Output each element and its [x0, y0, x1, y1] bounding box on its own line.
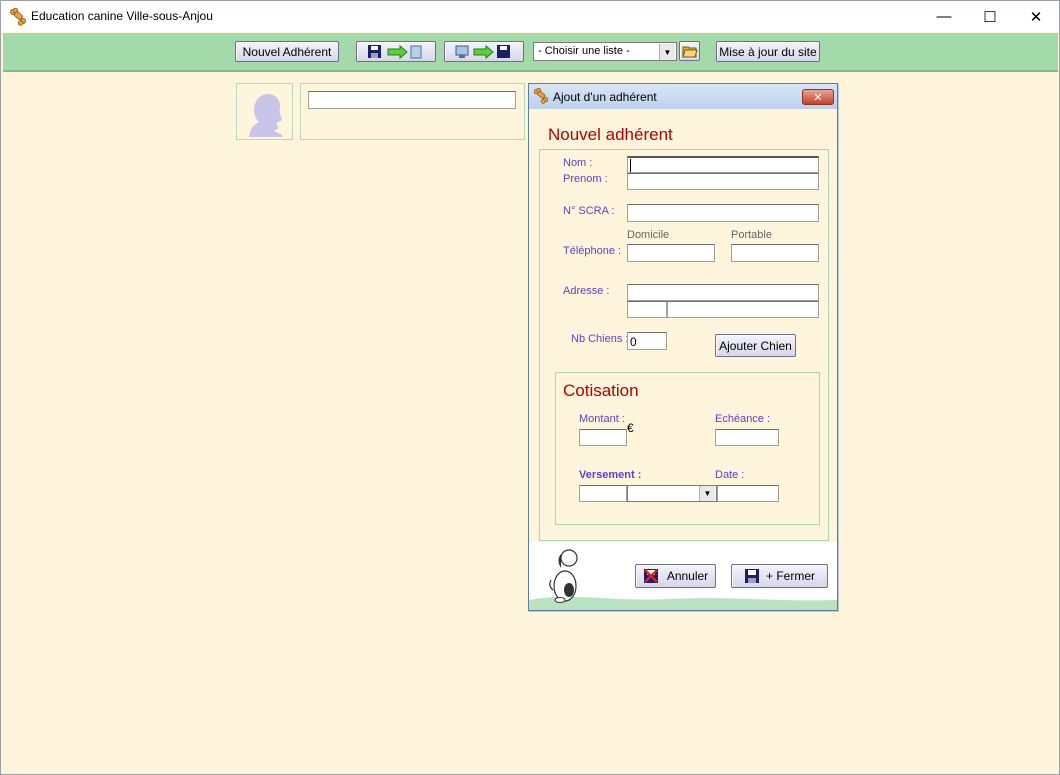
save-icon	[744, 569, 759, 583]
save-close-label: + Fermer	[765, 569, 815, 583]
date-label: Date :	[715, 469, 745, 481]
chevron-down-icon[interactable]: ▼	[659, 44, 675, 60]
postal-code-input[interactable]	[627, 301, 667, 318]
add-member-dialog: Ajout d'un adhérent ✕ Nouvel adhérent No…	[528, 83, 838, 611]
montant-label: Montant :	[579, 413, 625, 425]
folder-open-icon	[681, 46, 698, 58]
person-silhouette-icon	[249, 94, 283, 137]
prenom-label: Prenom :	[563, 173, 608, 185]
prenom-input[interactable]	[627, 173, 819, 190]
update-site-label: Mise à jour du site	[719, 44, 817, 59]
scra-label: N° SCRA :	[563, 205, 615, 217]
currency-symbol: €	[627, 421, 634, 435]
dialog-title-bar: Ajout d'un adhérent ✕	[529, 84, 837, 109]
adresse-input[interactable]	[627, 284, 819, 301]
echeance-input[interactable]	[715, 429, 779, 446]
title-bar: Education canine Ville-sous-Anjou — ☐ ✕	[1, 1, 1059, 32]
date-input[interactable]	[717, 485, 779, 502]
list-select[interactable]: - Choisir une liste - ▼	[533, 42, 677, 61]
nb-chiens-input[interactable]: 0	[627, 332, 667, 350]
new-member-label: Nouvel Adhérent	[242, 44, 332, 59]
minimize-button[interactable]: —	[921, 1, 967, 32]
maximize-button[interactable]: ☐	[967, 1, 1013, 32]
adresse-label: Adresse :	[563, 285, 610, 297]
dog-mascot-icon	[549, 549, 578, 603]
open-folder-button[interactable]	[679, 41, 700, 61]
add-dog-label: Ajouter Chien	[719, 338, 792, 353]
telephone-label: Téléphone :	[563, 245, 622, 257]
dialog-heading: Nouvel adhérent	[548, 125, 673, 144]
main-window: Education canine Ville-sous-Anjou — ☐ ✕ …	[0, 0, 1060, 775]
chevron-down-icon[interactable]: ▼	[699, 486, 715, 501]
cancel-save-icon	[643, 569, 658, 583]
scra-input[interactable]	[627, 204, 819, 222]
payment-mode-select[interactable]: ▼	[627, 485, 717, 502]
add-dog-button[interactable]: Ajouter Chien	[715, 334, 796, 357]
dialog-close-button[interactable]: ✕	[802, 89, 834, 105]
save-close-button[interactable]: + Fermer	[731, 564, 828, 588]
portable-input[interactable]	[731, 244, 819, 262]
cancel-label: Annuler	[666, 569, 709, 583]
close-icon: ✕	[813, 91, 823, 104]
list-select-value: - Choisir une liste -	[538, 45, 630, 57]
cotisation-heading: Cotisation	[563, 381, 639, 400]
search-panel	[300, 83, 525, 140]
import-button[interactable]	[444, 41, 524, 62]
text-cursor	[630, 159, 631, 172]
domicile-input[interactable]	[627, 244, 715, 262]
versement-label: Versement :	[579, 469, 642, 481]
member-photo	[236, 83, 293, 140]
new-member-button[interactable]: Nouvel Adhérent	[235, 41, 339, 62]
search-input[interactable]	[308, 91, 516, 109]
update-site-button[interactable]: Mise à jour du site	[716, 41, 820, 62]
computer-import-icon	[455, 44, 510, 59]
montant-input[interactable]	[579, 429, 627, 446]
portable-label: Portable	[731, 229, 772, 241]
versement-input[interactable]	[579, 485, 627, 502]
nb-chiens-label: Nb Chiens :	[571, 333, 629, 345]
save-export-icon	[368, 44, 422, 59]
window-title: Education canine Ville-sous-Anjou	[31, 9, 213, 23]
export-button[interactable]	[356, 41, 436, 62]
nom-label: Nom :	[563, 157, 593, 169]
city-input[interactable]	[667, 301, 819, 318]
nb-chiens-value: 0	[630, 335, 637, 349]
close-button[interactable]: ✕	[1013, 1, 1059, 32]
toolbar: Nouvel Adhérent - Choisir une liste - ▼	[3, 33, 1058, 72]
nom-input[interactable]	[627, 156, 819, 173]
cancel-button[interactable]: Annuler	[635, 564, 716, 588]
echeance-label: Echéance :	[715, 413, 771, 425]
dialog-bone-icon	[533, 88, 549, 104]
app-bone-icon	[9, 8, 27, 26]
dialog-title: Ajout d'un adhérent	[553, 90, 657, 104]
dialog-footer: Annuler + Fermer	[529, 542, 837, 610]
domicile-label: Domicile	[627, 229, 670, 241]
